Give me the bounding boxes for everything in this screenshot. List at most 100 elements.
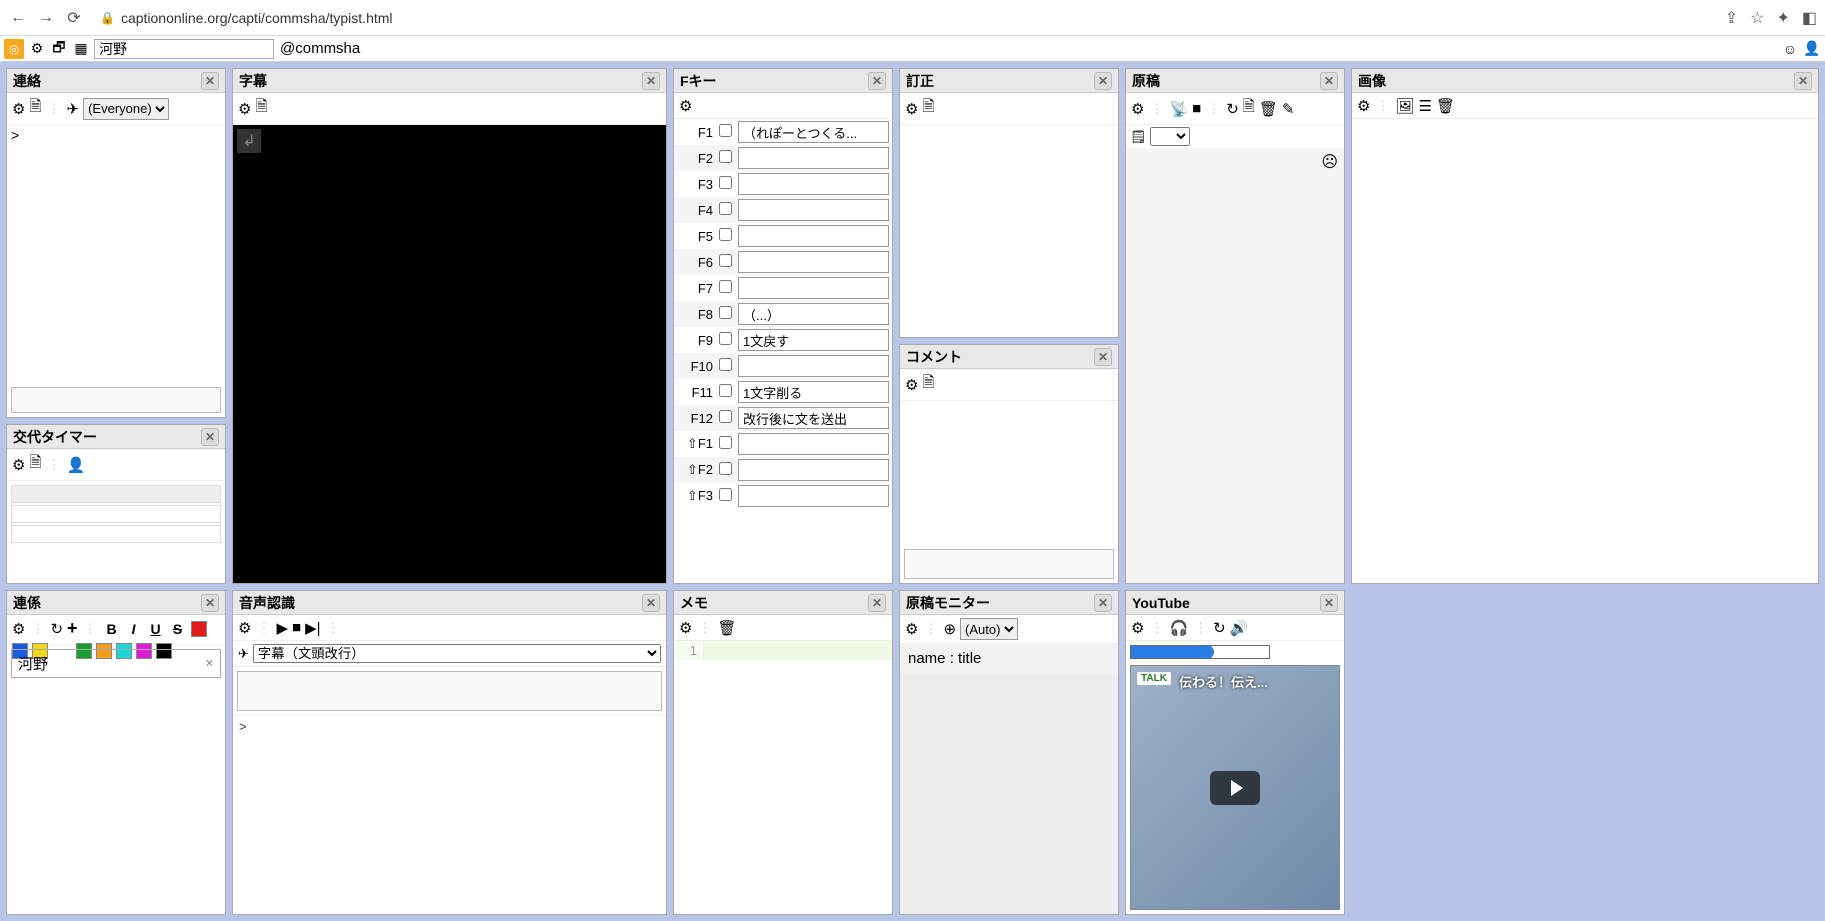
play-icon[interactable]: ▶ — [276, 619, 288, 637]
qr-icon[interactable]: ▦ — [72, 40, 90, 57]
bold-button[interactable]: B — [103, 621, 121, 637]
italic-button[interactable]: I — [125, 621, 143, 637]
gear-icon[interactable]: ⚙ — [238, 619, 251, 637]
fkey-input[interactable] — [738, 433, 889, 455]
url-bar[interactable]: 🔒 captiononline.org/capti/commsha/typist… — [100, 10, 1717, 26]
clear-icon[interactable]: ✕ — [205, 657, 214, 670]
gear-icon[interactable]: ⚙ — [12, 100, 25, 118]
fkey-checkbox[interactable] — [719, 384, 732, 397]
new-doc-icon[interactable]: 🗎 — [1243, 96, 1255, 121]
skip-icon[interactable]: ▶| — [305, 619, 320, 637]
person-icon[interactable]: 👤 — [1803, 40, 1821, 57]
fkey-input[interactable] — [738, 199, 889, 221]
fkey-checkbox[interactable] — [719, 124, 732, 137]
volume-icon[interactable]: 🔊 — [1230, 619, 1249, 637]
fkey-input[interactable] — [738, 329, 889, 351]
close-icon[interactable]: ✕ — [642, 72, 660, 90]
person-icon[interactable]: 👤 — [67, 456, 86, 474]
image-icon[interactable]: 🖼 — [1395, 97, 1414, 115]
gear-icon[interactable]: ⚙ — [12, 456, 25, 474]
teisei-area[interactable] — [900, 125, 1118, 337]
send-icon[interactable]: ✈ — [238, 646, 249, 662]
comment-input[interactable] — [904, 549, 1114, 579]
stop-icon[interactable]: ■ — [1192, 100, 1201, 117]
voice-target-select[interactable]: 字幕（文頭改行） — [253, 644, 661, 663]
fkey-input[interactable] — [738, 225, 889, 247]
trash-icon[interactable]: 🗑 — [1259, 100, 1278, 118]
list-icon[interactable]: ☰ — [1419, 97, 1432, 115]
forward-icon[interactable]: → — [36, 8, 56, 28]
document-icon[interactable]: 🗎 — [922, 372, 934, 397]
gear-icon[interactable]: ⚙ — [1131, 100, 1144, 118]
fkey-input[interactable] — [738, 121, 889, 143]
edit-icon[interactable]: ✎ — [1282, 100, 1295, 118]
panel-icon[interactable]: ◧ — [1802, 8, 1817, 28]
gear-icon[interactable]: ⚙ — [238, 100, 251, 118]
fkey-input[interactable] — [738, 303, 889, 325]
share-icon[interactable]: ⇪ — [1725, 8, 1738, 28]
extension-icon[interactable]: ✦ — [1776, 8, 1789, 28]
doc-select[interactable] — [1150, 127, 1190, 146]
fkey-checkbox[interactable] — [719, 462, 732, 475]
fkey-checkbox[interactable] — [719, 254, 732, 267]
image-area[interactable] — [1352, 119, 1818, 583]
close-icon[interactable]: ✕ — [868, 594, 886, 612]
voice-input[interactable] — [237, 671, 662, 711]
fkey-input[interactable] — [738, 173, 889, 195]
seek-slider[interactable] — [1130, 645, 1270, 659]
gear-icon[interactable]: ⚙ — [679, 97, 692, 115]
close-icon[interactable]: ✕ — [1094, 72, 1112, 90]
document-icon[interactable]: 🗎 — [29, 96, 41, 121]
close-icon[interactable]: ✕ — [1320, 594, 1338, 612]
renkei-input[interactable]: 河野 ✕ — [11, 649, 221, 678]
close-icon[interactable]: ✕ — [1094, 348, 1112, 366]
fkey-checkbox[interactable] — [719, 280, 732, 293]
target-icon[interactable]: ⊕ — [943, 620, 956, 638]
document-icon[interactable]: 🗎 — [255, 96, 267, 121]
gear-icon[interactable]: ⚙ — [1131, 619, 1144, 637]
genkou-area[interactable]: ☹ — [1126, 148, 1344, 583]
stop-icon[interactable]: ■ — [292, 619, 301, 636]
video-thumbnail[interactable]: TALK 伝わる！伝え... — [1130, 665, 1340, 910]
close-icon[interactable]: ✕ — [642, 594, 660, 612]
fkey-input[interactable] — [738, 381, 889, 403]
play-icon[interactable] — [1210, 771, 1260, 805]
close-icon[interactable]: ✕ — [201, 594, 219, 612]
fkey-input[interactable] — [738, 147, 889, 169]
fkey-input[interactable] — [738, 355, 889, 377]
fkey-input[interactable] — [738, 485, 889, 507]
gear-icon[interactable]: ⚙ — [905, 376, 918, 394]
fkey-checkbox[interactable] — [719, 228, 732, 241]
fkey-checkbox[interactable] — [719, 358, 732, 371]
send-icon[interactable]: ✈ — [67, 100, 80, 118]
trash-icon[interactable]: 🗑 — [1436, 97, 1455, 115]
compose-input[interactable] — [11, 387, 221, 413]
monitor-select[interactable]: (Auto) — [960, 618, 1018, 640]
gear-icon[interactable]: ⚙ — [12, 620, 25, 638]
reload-icon[interactable]: ↻ — [1226, 100, 1239, 118]
window-icon[interactable]: 🗗 — [50, 37, 68, 61]
fkey-input[interactable] — [738, 407, 889, 429]
trash-icon[interactable]: 🗑 — [717, 619, 736, 637]
gear-icon[interactable]: ⚙ — [28, 40, 46, 57]
back-icon[interactable]: ← — [8, 8, 28, 28]
live-icon[interactable]: 📡 — [1169, 100, 1188, 118]
document-icon[interactable]: 🗎 — [922, 96, 934, 121]
color-swatch-red[interactable] — [191, 621, 207, 637]
close-icon[interactable]: ✕ — [1794, 72, 1812, 90]
close-icon[interactable]: ✕ — [868, 72, 886, 90]
fkey-checkbox[interactable] — [719, 150, 732, 163]
fkey-checkbox[interactable] — [719, 202, 732, 215]
fkey-checkbox[interactable] — [719, 176, 732, 189]
gear-icon[interactable]: ⚙ — [905, 620, 918, 638]
star-icon[interactable]: ☆ — [1750, 8, 1764, 28]
close-icon[interactable]: ✕ — [1094, 594, 1112, 612]
close-icon[interactable]: ✕ — [201, 72, 219, 90]
gear-icon[interactable]: ⚙ — [679, 619, 692, 637]
fkey-checkbox[interactable] — [719, 488, 732, 501]
strike-button[interactable]: S — [169, 621, 187, 637]
reload-icon[interactable]: ↻ — [1213, 619, 1226, 637]
close-icon[interactable]: ✕ — [1320, 72, 1338, 90]
document-icon[interactable]: 🗎 — [29, 452, 41, 477]
fkey-checkbox[interactable] — [719, 332, 732, 345]
